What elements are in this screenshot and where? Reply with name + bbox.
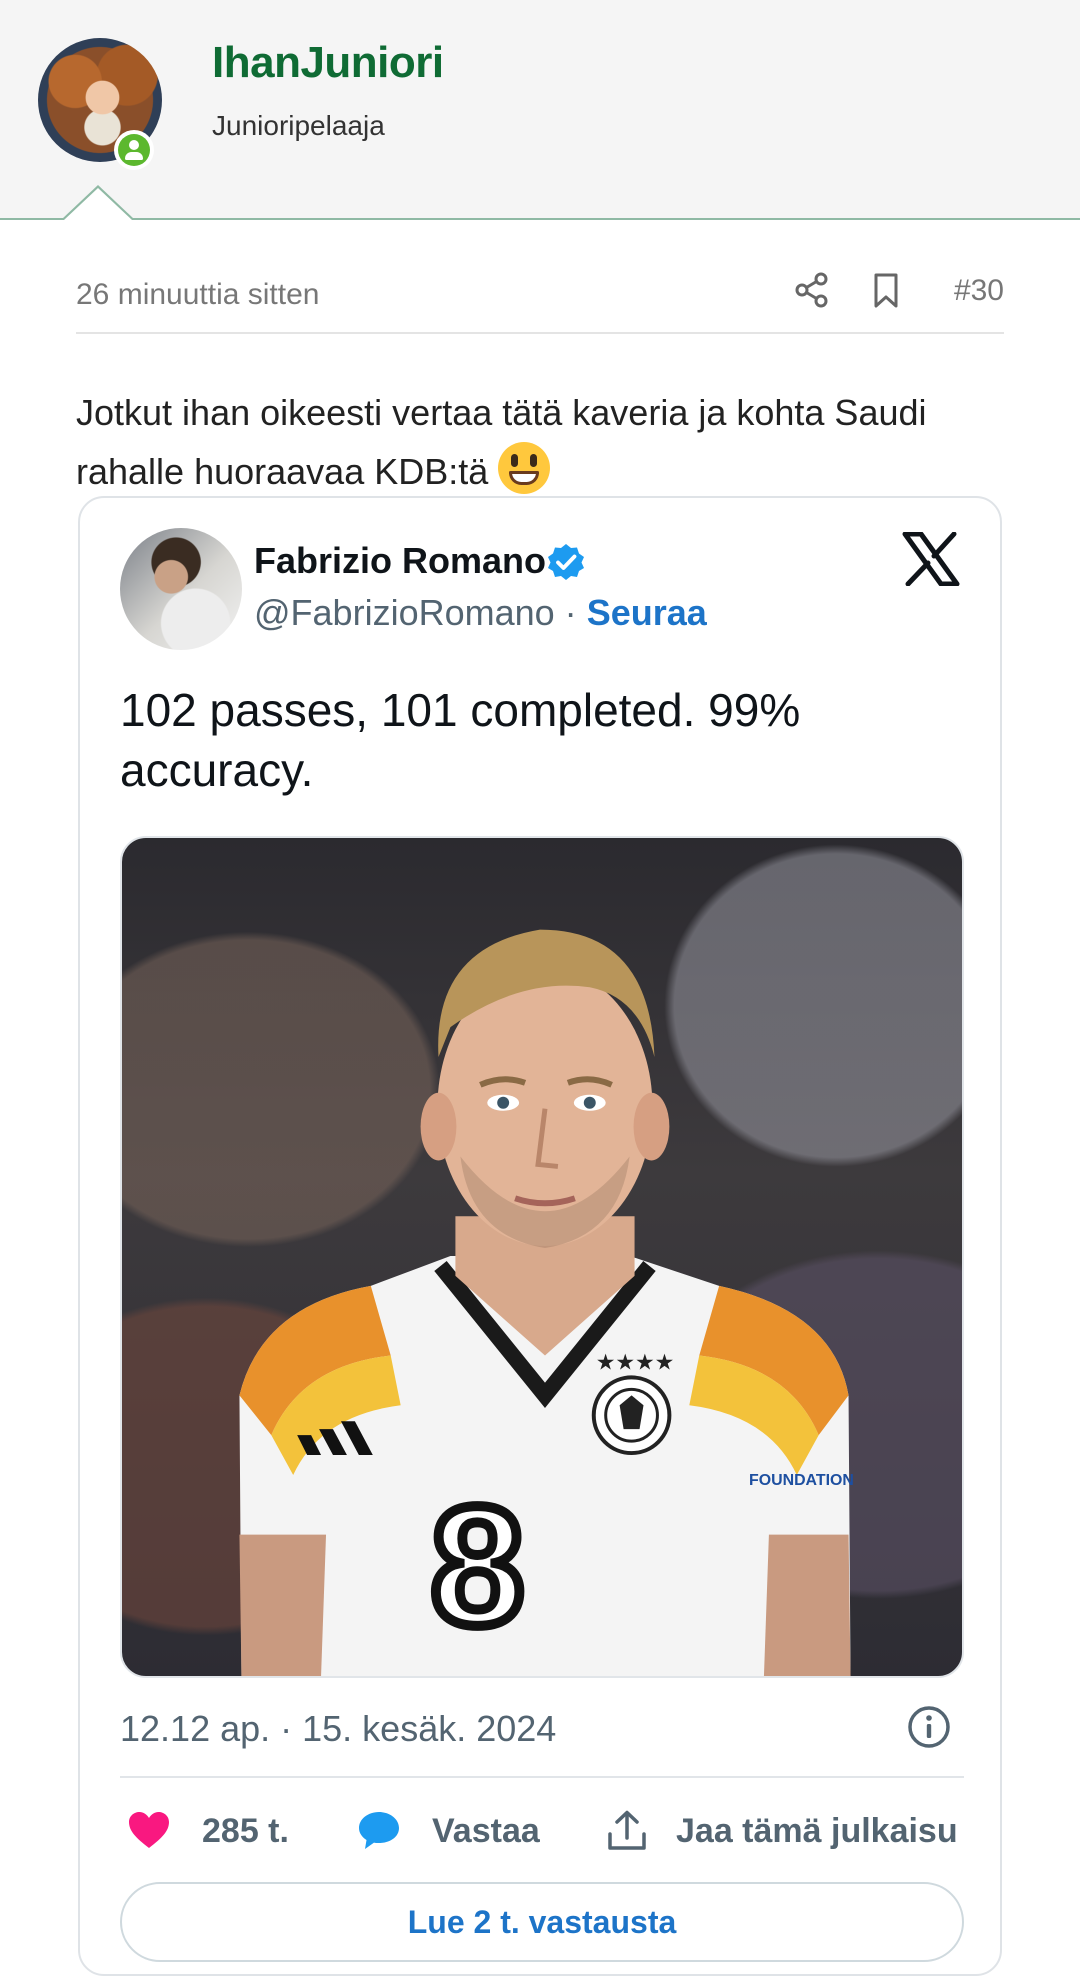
embedded-tweet: Fabrizio Romano @FabrizioRomano · Seuraa… bbox=[78, 496, 1002, 1976]
tweet-author-name[interactable]: Fabrizio Romano bbox=[254, 540, 546, 582]
reply-label: Vastaa bbox=[432, 1811, 540, 1850]
post-timestamp[interactable]: 26 minuuttia sitten bbox=[76, 278, 319, 312]
share-tweet-button[interactable]: Jaa tämä julkaisu bbox=[604, 1808, 958, 1854]
follow-link[interactable]: Seuraa bbox=[587, 592, 707, 633]
tweet-handle-text[interactable]: @FabrizioRomano bbox=[254, 592, 555, 633]
x-logo-icon[interactable] bbox=[902, 532, 960, 586]
info-icon[interactable] bbox=[906, 1704, 952, 1750]
read-replies-button[interactable]: Lue 2 t. vastausta bbox=[120, 1882, 964, 1962]
author-header: IhanJuniori Junioripelaaja bbox=[0, 0, 1080, 220]
grinning-face-icon bbox=[498, 442, 551, 494]
tweet-handle-separator: · bbox=[564, 592, 577, 633]
tweet-divider bbox=[120, 1776, 964, 1778]
like-count: 285 t. bbox=[202, 1811, 289, 1850]
tweet-photo[interactable]: ★★★★ 8 FOUNDATION bbox=[120, 836, 964, 1678]
online-status-icon bbox=[114, 130, 154, 170]
tweet-text: 102 passes, 101 completed. 99% accuracy. bbox=[120, 684, 801, 796]
tweet-actions: 285 t. Vastaa Jaa tämä julkaisu bbox=[120, 1796, 964, 1866]
tweet-author-handle[interactable]: @FabrizioRomano · Seuraa bbox=[254, 592, 707, 634]
share-icon[interactable] bbox=[792, 270, 832, 310]
sleeve-badge: FOUNDATION bbox=[749, 1472, 854, 1489]
bookmark-icon[interactable] bbox=[866, 270, 906, 310]
share-label: Jaa tämä julkaisu bbox=[676, 1811, 958, 1850]
tweet-date[interactable]: 12.12 ap. · 15. kesäk. 2024 bbox=[120, 1708, 556, 1750]
header-pointer bbox=[62, 185, 134, 220]
author-username[interactable]: IhanJuniori bbox=[212, 38, 444, 88]
verified-badge-icon bbox=[548, 544, 584, 580]
like-button[interactable]: 285 t. bbox=[126, 1808, 289, 1854]
tweet-author-avatar[interactable] bbox=[120, 528, 242, 650]
upload-share-icon bbox=[608, 1810, 646, 1850]
reply-bubble-icon bbox=[359, 1812, 399, 1849]
post-body: Jotkut ihan oikeesti vertaa tätä kaveria… bbox=[76, 384, 1016, 501]
heart-icon bbox=[129, 1812, 169, 1848]
player-photo-illustration: ★★★★ 8 FOUNDATION bbox=[239, 929, 854, 1676]
post-meta: 26 minuuttia sitten #30 bbox=[76, 262, 1004, 334]
svg-text:★★★★: ★★★★ bbox=[596, 1349, 674, 1374]
jersey-number: 8 bbox=[431, 1471, 525, 1660]
author-rank: Junioripelaaja bbox=[212, 110, 385, 141]
post-number[interactable]: #30 bbox=[954, 274, 1004, 308]
reply-button[interactable]: Vastaa bbox=[356, 1808, 540, 1854]
